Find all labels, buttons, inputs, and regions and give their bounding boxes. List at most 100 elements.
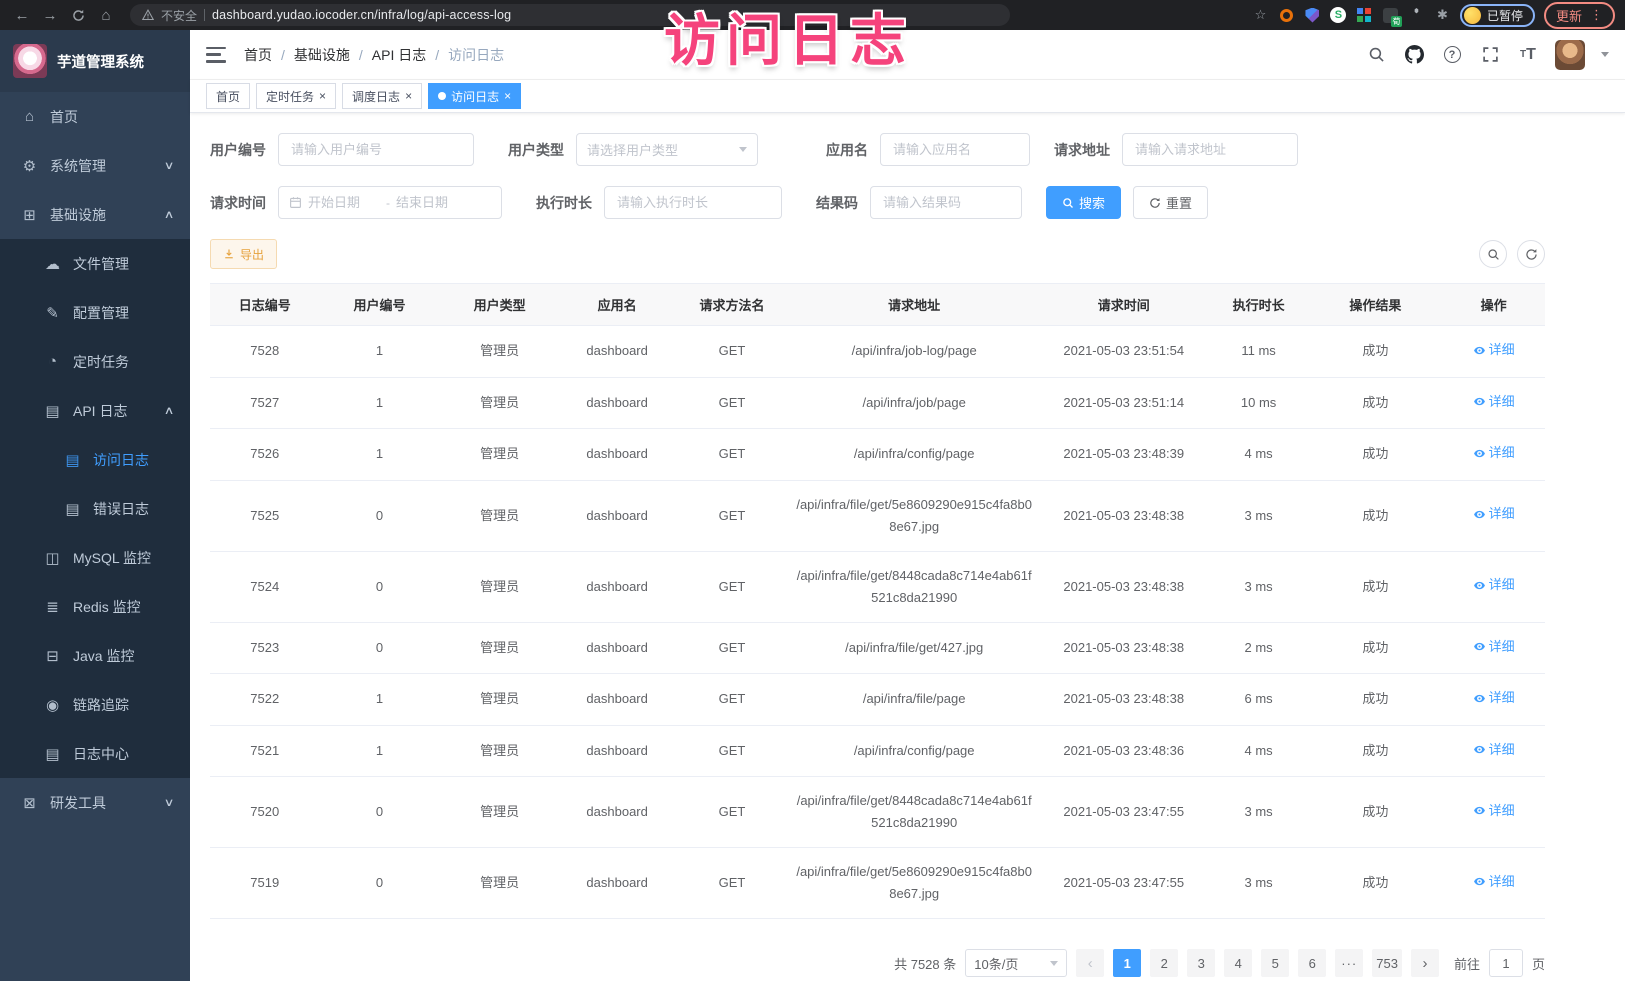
sidebar-item-home[interactable]: ⌂首页 — [0, 92, 190, 141]
page-button-2[interactable]: 2 — [1150, 949, 1178, 977]
tab-scheduled-tasks[interactable]: 定时任务× — [256, 83, 336, 109]
user-type-select[interactable]: 请选择用户类型 — [576, 133, 758, 166]
logo[interactable]: 芋道管理系统 — [0, 30, 190, 92]
detail-button[interactable]: 详细 — [1473, 339, 1515, 361]
user-id-input[interactable] — [278, 133, 474, 166]
sidebar-item-infrastructure[interactable]: ⊞基础设施∧ — [0, 190, 190, 239]
tab-home[interactable]: 首页 — [206, 83, 250, 109]
end-date-input[interactable] — [396, 195, 468, 210]
extension-grid-icon[interactable] — [1356, 7, 1373, 24]
detail-button[interactable]: 详细 — [1473, 739, 1515, 761]
cell-app: dashboard — [560, 377, 675, 429]
page-button-3[interactable]: 3 — [1187, 949, 1215, 977]
user-avatar[interactable] — [1555, 40, 1585, 70]
request-time-range-picker[interactable]: - — [278, 186, 502, 219]
sidebar-item-log-center[interactable]: ▤日志中心 — [0, 729, 190, 778]
sidebar-item-mysql-monitor[interactable]: ◫MySQL 监控 — [0, 533, 190, 582]
breadcrumb-item[interactable]: API 日志 — [372, 45, 426, 65]
security-label[interactable]: 不安全 — [161, 7, 197, 24]
cell-id: 7527 — [210, 377, 319, 429]
page-button-753[interactable]: 753 — [1372, 949, 1402, 977]
search-button[interactable]: 搜索 — [1046, 186, 1121, 219]
extension-green-icon[interactable]: S — [1330, 7, 1347, 24]
browser-menu-icon[interactable]: ⋮ — [1590, 7, 1603, 23]
address-bar[interactable]: 不安全 dashboard.yudao.iocoder.cn/infra/log… — [130, 4, 1010, 26]
tab-close-icon[interactable]: × — [319, 90, 326, 102]
prev-page-button[interactable]: ‹ — [1076, 949, 1104, 977]
detail-button[interactable]: 详细 — [1473, 687, 1515, 709]
browser-reload-icon[interactable] — [66, 3, 90, 27]
refresh-table-icon[interactable] — [1517, 240, 1545, 268]
app-name-input[interactable] — [880, 133, 1030, 166]
profile-paused-badge[interactable]: 已暂停 — [1460, 4, 1535, 27]
browser-home-icon[interactable]: ⌂ — [94, 3, 118, 27]
page-button-4[interactable]: 4 — [1224, 949, 1252, 977]
bookmark-star-icon[interactable]: ☆ — [1252, 7, 1269, 24]
calendar-icon — [289, 196, 302, 209]
toggle-search-icon[interactable] — [1479, 240, 1507, 268]
page-ellipsis[interactable]: ··· — [1335, 949, 1363, 977]
hamburger-icon[interactable] — [206, 47, 226, 63]
start-date-input[interactable] — [308, 195, 380, 210]
result-code-input[interactable] — [870, 186, 1022, 219]
export-button[interactable]: 导出 — [210, 239, 277, 269]
help-icon[interactable]: ? — [1441, 44, 1463, 66]
sidebar-item-trace[interactable]: ◉链路追踪 — [0, 680, 190, 729]
cell-url: /api/infra/job-log/page — [789, 326, 1039, 378]
sidebar-item-config-management[interactable]: ✎配置管理 — [0, 288, 190, 337]
duration-input[interactable] — [604, 186, 782, 219]
table-row: 75190管理员dashboardGET/api/infra/file/get/… — [210, 848, 1545, 919]
detail-button[interactable]: 详细 — [1473, 574, 1515, 596]
sidebar-item-scheduled-tasks[interactable]: ◔定时任务 — [0, 337, 190, 386]
chrome-update-button[interactable]: 更新 ⋮ — [1544, 2, 1615, 29]
sidebar-item-dev-tools[interactable]: ⊠研发工具∨ — [0, 778, 190, 827]
tab-close-icon[interactable]: × — [504, 90, 511, 102]
url-text[interactable]: dashboard.yudao.iocoder.cn/infra/log/api… — [212, 8, 511, 22]
page-button-6[interactable]: 6 — [1298, 949, 1326, 977]
next-page-button[interactable]: › — [1411, 949, 1439, 977]
tab-access-log[interactable]: 访问日志× — [428, 83, 521, 109]
sidebar-item-api-log[interactable]: ▤API 日志∧ — [0, 386, 190, 435]
home-icon: ⌂ — [21, 108, 38, 125]
tab-close-icon[interactable]: × — [405, 90, 412, 102]
request-url-input[interactable] — [1122, 133, 1298, 166]
page-size-select[interactable]: 10条/页 — [965, 949, 1067, 977]
detail-button[interactable]: 详细 — [1473, 871, 1515, 893]
sidebar-item-label: 基础设施 — [50, 205, 106, 225]
edit-icon: ✎ — [44, 304, 61, 322]
sidebar-item-system-management[interactable]: ⚙系统管理∨ — [0, 141, 190, 190]
breadcrumb-item[interactable]: 基础设施 — [294, 45, 350, 65]
avatar-caret-icon[interactable] — [1601, 52, 1609, 57]
github-icon[interactable] — [1403, 44, 1425, 66]
page-button-1[interactable]: 1 — [1113, 949, 1141, 977]
detail-button[interactable]: 详细 — [1473, 636, 1515, 658]
font-size-icon[interactable]: TT — [1517, 44, 1539, 66]
eye-icon — [1473, 692, 1486, 705]
detail-button[interactable]: 详细 — [1473, 391, 1515, 413]
sidebar: 芋道管理系统 ⌂首页⚙系统管理∨⊞基础设施∧☁文件管理✎配置管理◔定时任务▤AP… — [0, 30, 190, 981]
extension-terminal-icon[interactable] — [1382, 7, 1399, 24]
reset-button[interactable]: 重置 — [1133, 186, 1208, 219]
detail-button[interactable]: 详细 — [1473, 442, 1515, 464]
sidebar-item-java-monitor[interactable]: ⊟Java 监控 — [0, 631, 190, 680]
sidebar-item-access-log[interactable]: ▤访问日志 — [0, 435, 190, 484]
detail-button[interactable]: 详细 — [1473, 800, 1515, 822]
cell-url: /api/infra/job/page — [789, 377, 1039, 429]
extension-shield-icon[interactable] — [1304, 7, 1321, 24]
browser-back-icon[interactable]: ← — [10, 3, 34, 27]
sidebar-item-file-management[interactable]: ☁文件管理 — [0, 239, 190, 288]
fullscreen-icon[interactable] — [1479, 44, 1501, 66]
extension-pinwheel-icon[interactable]: ✱ — [1434, 7, 1451, 24]
search-icon[interactable] — [1365, 44, 1387, 66]
tab-schedule-log[interactable]: 调度日志× — [342, 83, 422, 109]
sidebar-item-redis-monitor[interactable]: ≣Redis 监控 — [0, 582, 190, 631]
detail-label: 详细 — [1489, 800, 1515, 822]
browser-forward-icon[interactable]: → — [38, 3, 62, 27]
detail-button[interactable]: 详细 — [1473, 503, 1515, 525]
page-button-5[interactable]: 5 — [1261, 949, 1289, 977]
breadcrumb-item[interactable]: 首页 — [244, 45, 272, 65]
goto-page-input[interactable] — [1489, 949, 1523, 977]
sidebar-item-error-log[interactable]: ▤错误日志 — [0, 484, 190, 533]
extension-person-icon[interactable] — [1408, 7, 1425, 24]
extension-donut-icon[interactable] — [1278, 7, 1295, 24]
